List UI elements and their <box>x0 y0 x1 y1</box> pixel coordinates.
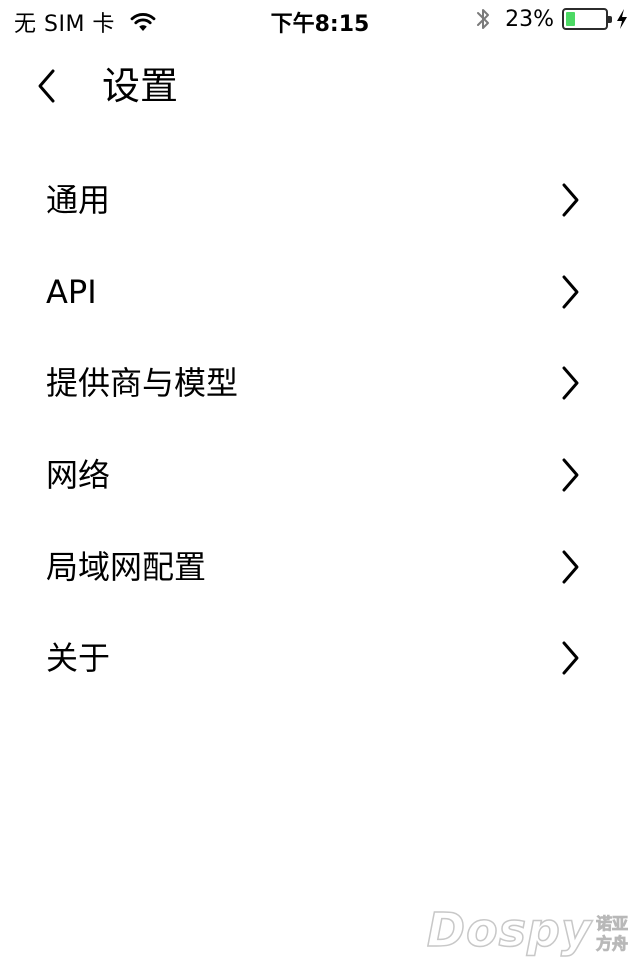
menu-item-label: 局域网配置 <box>46 547 207 586</box>
chevron-right-icon <box>562 458 579 492</box>
menu-item-label: 提供商与模型 <box>46 364 239 403</box>
settings-menu: 通用 API 提供商与模型 网络 局域网配置 关于 <box>0 154 640 704</box>
chevron-right-icon <box>562 275 579 309</box>
menu-item-network[interactable]: 网络 <box>0 429 640 521</box>
chevron-right-icon <box>562 550 579 584</box>
chevron-right-icon <box>562 183 579 217</box>
watermark-logo: Dospy <box>426 903 592 957</box>
battery-nub <box>608 16 612 23</box>
menu-item-general[interactable]: 通用 <box>0 154 640 246</box>
menu-item-label: 网络 <box>46 455 111 494</box>
battery-fill <box>566 12 575 26</box>
watermark-cn: 诺亚 方舟 <box>595 914 629 954</box>
menu-item-api[interactable]: API <box>0 246 640 338</box>
watermark-cn-bottom: 方舟 <box>595 934 629 954</box>
bluetooth-icon <box>477 9 490 29</box>
battery-icon <box>562 8 612 30</box>
nav-header: 设置 <box>0 50 640 122</box>
chevron-right-icon <box>562 641 579 675</box>
chevron-right-icon <box>562 366 579 400</box>
page-title: 设置 <box>102 64 179 108</box>
watermark-cn-top: 诺亚 <box>595 914 629 934</box>
chevron-left-icon <box>38 69 55 103</box>
back-button[interactable] <box>26 64 66 108</box>
battery-percent: 23% <box>505 6 554 32</box>
charging-bolt-icon <box>617 9 627 29</box>
menu-item-lan-config[interactable]: 局域网配置 <box>0 521 640 613</box>
watermark: Dospy 诺亚 方舟 <box>426 903 629 957</box>
menu-item-label: 关于 <box>46 639 111 678</box>
menu-item-providers-models[interactable]: 提供商与模型 <box>0 337 640 429</box>
menu-item-about[interactable]: 关于 <box>0 612 640 704</box>
status-right: 23% <box>475 6 628 32</box>
menu-item-label: API <box>46 272 97 311</box>
status-bar: 无 SIM 卡 下午8:15 23% <box>0 0 640 40</box>
menu-item-label: 通用 <box>46 180 111 219</box>
